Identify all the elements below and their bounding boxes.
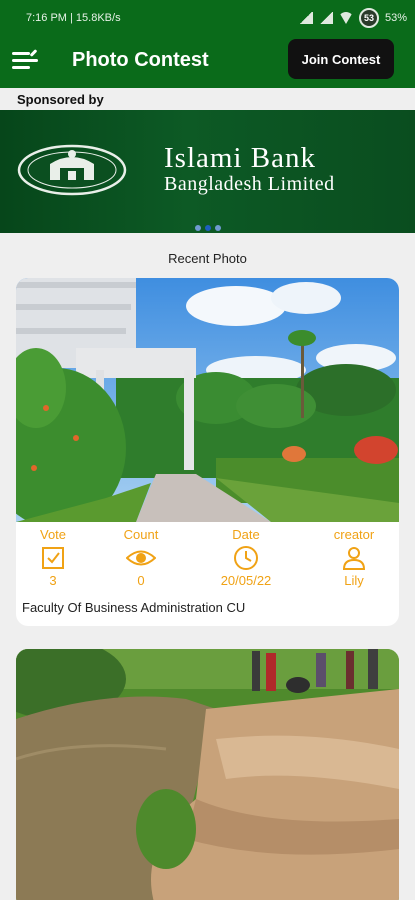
photo-card[interactable]: Vote 3 Count 0 Date 20/05/22 creator Lil… bbox=[16, 278, 399, 626]
campus-photo-image bbox=[16, 278, 399, 522]
sponsor-name-line1: Islami Bank bbox=[164, 142, 316, 174]
status-icons: 53 53% bbox=[298, 8, 407, 28]
count-label: Count bbox=[123, 527, 159, 542]
contest-photo[interactable] bbox=[16, 278, 399, 522]
menu-icon[interactable] bbox=[12, 49, 38, 73]
vote-label: Vote bbox=[39, 527, 67, 542]
battery-icon: 53 bbox=[358, 8, 379, 28]
recent-photo-heading: Recent Photo bbox=[168, 251, 247, 266]
photo-caption: Faculty Of Business Administration CU bbox=[22, 600, 246, 615]
join-contest-button[interactable]: Join Contest bbox=[288, 39, 394, 79]
creator-value: Lily bbox=[344, 573, 364, 588]
carousel-dot[interactable] bbox=[214, 225, 221, 231]
page-title: Photo Contest bbox=[72, 49, 209, 71]
person-icon bbox=[342, 547, 366, 570]
status-bar: 7:16 PM | 15.8KB/s 53 53% bbox=[0, 0, 415, 36]
count-stat: Count 0 bbox=[101, 527, 181, 588]
river-photo-image bbox=[16, 649, 399, 900]
vote-value: 3 bbox=[49, 573, 57, 588]
sponsor-name: Islami Bank Bangladesh Limited bbox=[164, 142, 335, 196]
sponsor-banner[interactable]: Islami Bank Bangladesh Limited bbox=[0, 110, 415, 233]
bank-logo-icon bbox=[17, 144, 127, 196]
carousel-dot-active[interactable] bbox=[204, 225, 211, 231]
date-value: 20/05/22 bbox=[220, 573, 272, 588]
status-time-speed: 7:16 PM | 15.8KB/s bbox=[26, 12, 121, 24]
sponsored-label: Sponsored by bbox=[17, 92, 104, 107]
app-bar: Photo Contest Join Contest bbox=[0, 36, 415, 88]
eye-icon bbox=[126, 550, 156, 566]
sponsor-name-line2: Bangladesh Limited bbox=[164, 173, 335, 195]
date-stat: Date 20/05/22 bbox=[206, 527, 286, 588]
signal-icon-2 bbox=[318, 12, 333, 24]
photo-card[interactable] bbox=[16, 649, 399, 900]
clock-icon bbox=[234, 546, 258, 570]
battery-percent: 53% bbox=[384, 12, 407, 24]
vote-stat[interactable]: Vote 3 bbox=[16, 527, 93, 588]
wifi-icon bbox=[338, 12, 353, 24]
signal-icon bbox=[298, 12, 313, 24]
carousel-dot[interactable] bbox=[194, 225, 201, 231]
creator-label: creator bbox=[333, 527, 375, 542]
count-value: 0 bbox=[137, 573, 145, 588]
photo-stats: Vote 3 Count 0 Date 20/05/22 creator Lil… bbox=[16, 527, 399, 593]
checkbox-icon[interactable] bbox=[40, 545, 66, 571]
date-label: Date bbox=[232, 527, 260, 542]
creator-stat: creator Lily bbox=[314, 527, 394, 588]
contest-photo[interactable] bbox=[16, 649, 399, 900]
carousel-indicator bbox=[0, 225, 415, 231]
